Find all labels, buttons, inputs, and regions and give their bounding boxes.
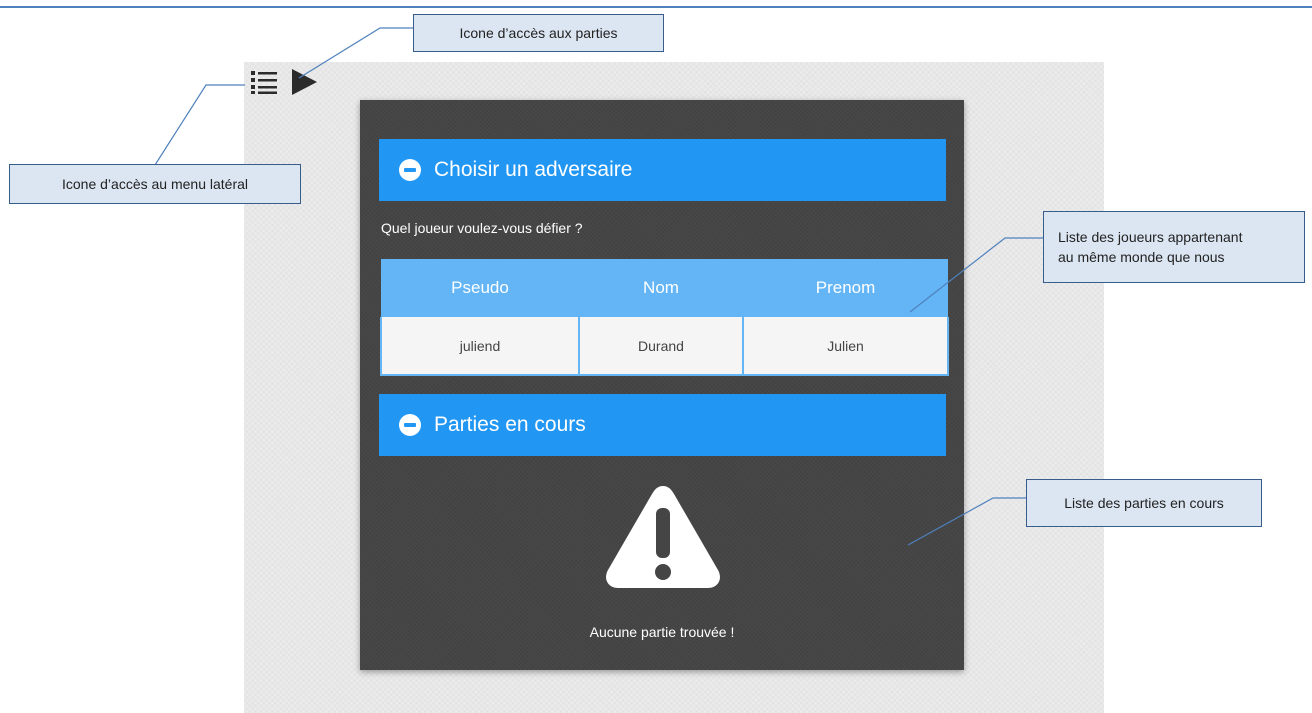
section-header-opponent[interactable]: Choisir un adversaire bbox=[379, 139, 946, 201]
empty-games-message: Aucune partie trouvée ! bbox=[589, 624, 735, 640]
callout-players-list-line2: au même monde que nous bbox=[1058, 249, 1225, 265]
callout-games-list: Liste des parties en cours bbox=[1026, 479, 1262, 527]
callout-menu-icon: Icone d’accès au menu latéral bbox=[9, 164, 301, 204]
opponent-prompt: Quel joueur voulez-vous défier ? bbox=[381, 220, 583, 236]
column-header-prenom: Prenom bbox=[743, 259, 948, 317]
callout-games-icon: Icone d’accès aux parties bbox=[413, 14, 664, 52]
top-rule bbox=[0, 6, 1312, 8]
column-header-pseudo: Pseudo bbox=[381, 259, 579, 317]
table-header-row: Pseudo Nom Prenom bbox=[381, 259, 948, 317]
cell-nom: Durand bbox=[578, 317, 744, 376]
players-table: Pseudo Nom Prenom juliend Durand Julien bbox=[380, 259, 949, 376]
play-icon[interactable] bbox=[290, 68, 318, 96]
section-title-games: Parties en cours bbox=[434, 413, 586, 436]
section-header-games[interactable]: Parties en cours bbox=[379, 394, 946, 456]
callout-games-list-text: Liste des parties en cours bbox=[1064, 495, 1224, 511]
main-panel: Choisir un adversaire Quel joueur voulez… bbox=[360, 100, 964, 670]
warning-icon bbox=[606, 486, 720, 588]
callout-players-list-line1: Liste des joueurs appartenant bbox=[1058, 229, 1243, 245]
callout-players-list: Liste des joueurs appartenant au même mo… bbox=[1043, 211, 1305, 283]
minus-circle-icon bbox=[399, 159, 421, 181]
minus-circle-icon bbox=[399, 414, 421, 436]
callout-games-icon-text: Icone d’accès aux parties bbox=[459, 25, 618, 41]
cell-prenom: Julien bbox=[742, 317, 949, 376]
column-header-nom: Nom bbox=[579, 259, 743, 317]
cell-pseudo: juliend bbox=[380, 317, 580, 376]
table-row[interactable]: juliend Durand Julien bbox=[380, 317, 949, 376]
list-menu-icon[interactable] bbox=[250, 69, 278, 95]
section-title-opponent: Choisir un adversaire bbox=[434, 158, 633, 181]
callout-menu-icon-text: Icone d’accès au menu latéral bbox=[62, 176, 248, 192]
